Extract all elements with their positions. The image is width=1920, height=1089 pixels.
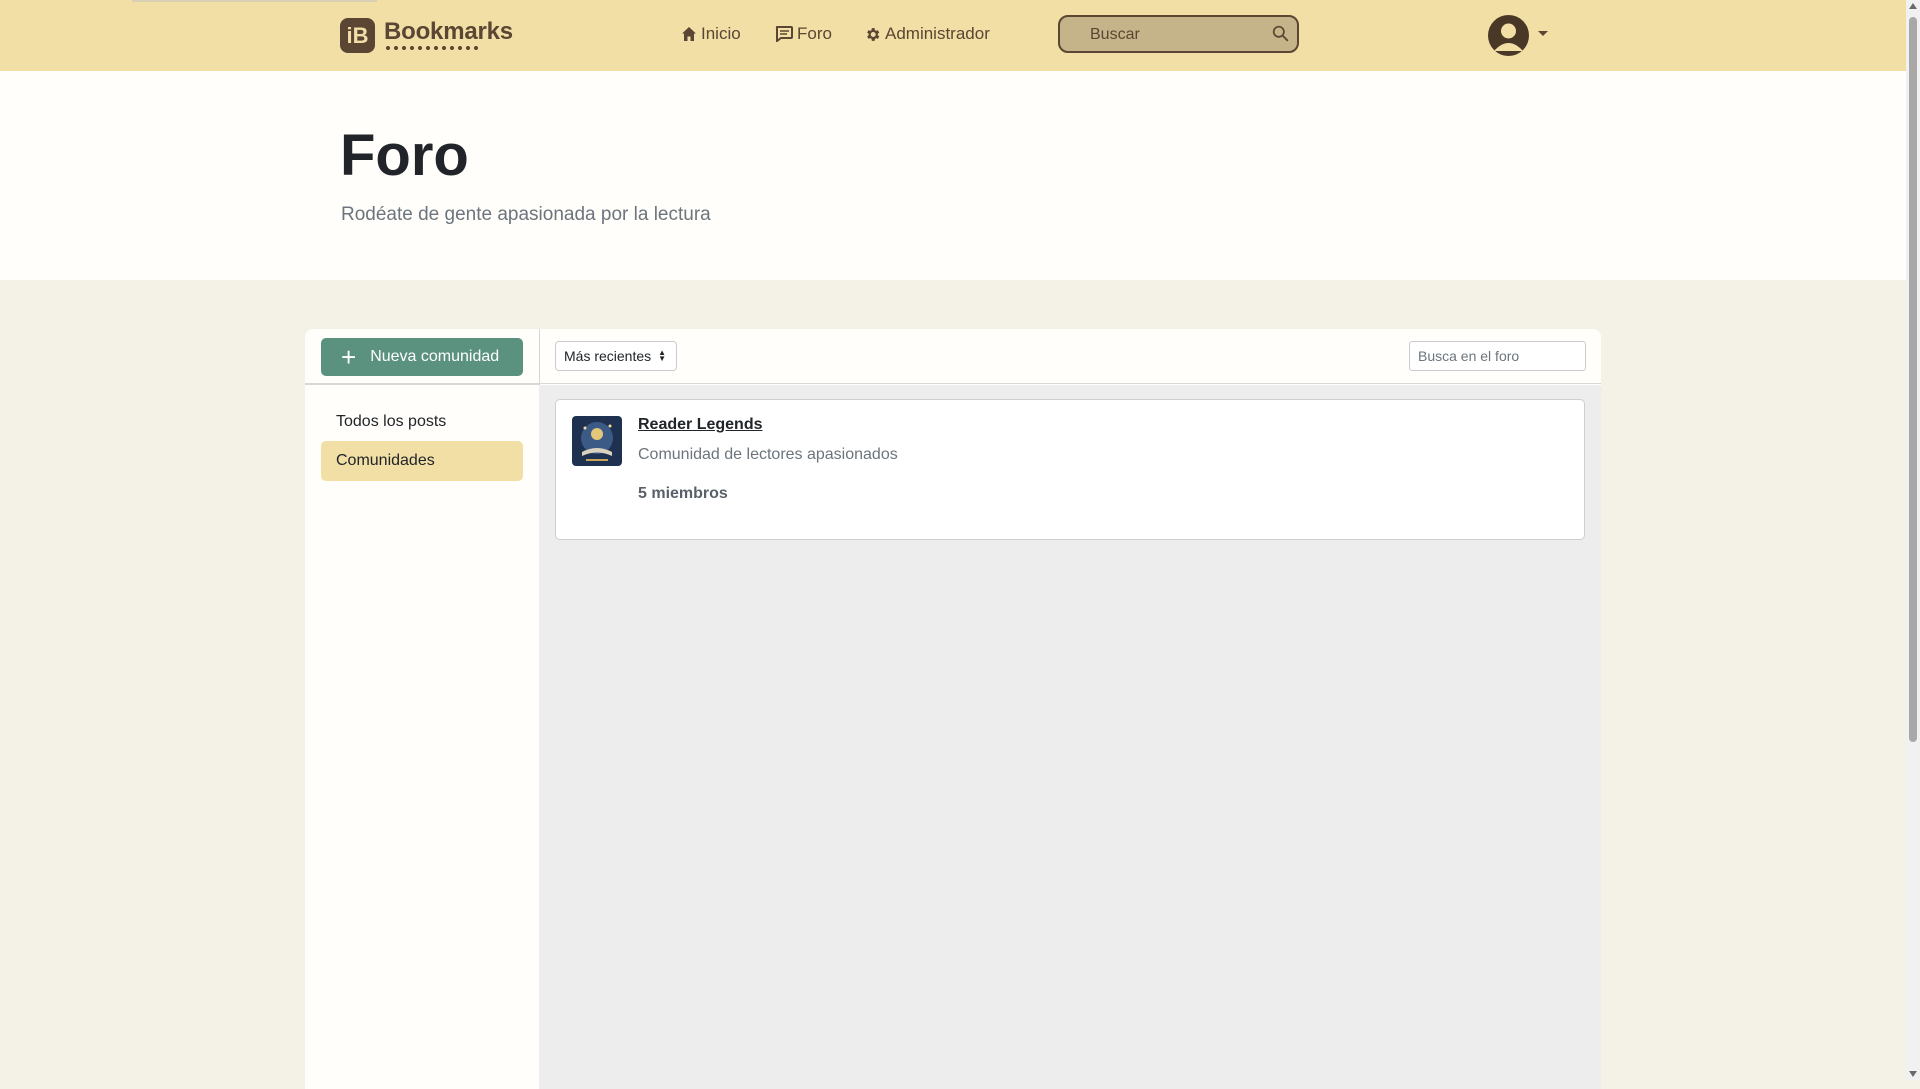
community-card[interactable]: Reader Legends Comunidad de lectores apa… [555,399,1585,540]
nav-link-foro[interactable]: Foro [775,24,832,44]
plus-icon: + [341,342,357,372]
sidebar-item-communities[interactable]: Comunidades [321,441,523,481]
chevron-down-icon[interactable] [1538,31,1548,36]
nav-label-foro: Foro [797,24,832,43]
logo-badge-icon: iB [340,18,375,53]
user-avatar[interactable] [1488,15,1529,56]
top-navbar: iB Bookmarks Inicio Foro Administrador [0,0,1906,71]
scrollbar-thumb[interactable] [1909,17,1917,742]
nav-label-inicio: Inicio [701,24,741,43]
global-search[interactable] [1058,15,1299,53]
search-icon[interactable] [1272,25,1289,42]
page-header: Foro Rodéate de gente apasionada por la … [0,71,1906,280]
select-arrows-icon: ▲ ▼ [658,348,666,363]
community-member-count: 5 miembros [638,485,728,502]
sidebar-item-all-posts[interactable]: Todos los posts [321,402,523,442]
home-icon [682,27,696,41]
logo-text: Bookmarks [384,18,513,45]
nav-link-administrador[interactable]: Administrador [864,24,990,44]
page-subtitle: Rodéate de gente apasionada por la lectu… [341,204,711,225]
nav-link-inicio[interactable]: Inicio [681,24,741,44]
sort-select[interactable]: Más recientes ▲ ▼ [555,341,677,371]
sort-selected-value: Más recientes [564,348,652,364]
new-community-button[interactable]: + Nueva comunidad [321,338,523,376]
brand-logo[interactable]: iB Bookmarks [340,18,513,53]
gear-icon [867,27,880,41]
forum-search-input[interactable] [1409,341,1586,371]
scroll-down-icon[interactable] [1909,1071,1917,1077]
nav-label-administrador: Administrador [885,24,990,43]
user-icon [1494,23,1523,51]
loading-bar [132,0,377,2]
communities-list: Reader Legends Comunidad de lectores apa… [539,385,1601,1089]
community-title-link[interactable]: Reader Legends [638,416,762,434]
sidebar-header: + Nueva comunidad [305,329,539,385]
page-scrollbar[interactable] [1906,0,1920,1080]
community-emblem-icon [572,416,622,466]
forum-toolbar: Más recientes ▲ ▼ [539,329,1601,384]
scroll-up-icon[interactable] [1909,3,1917,9]
forum-panel: + Nueva comunidad Todos los posts Comuni… [305,329,1601,1089]
logo-dots [384,46,513,52]
community-description: Comunidad de lectores apasionados [638,446,898,463]
chat-icon [775,26,793,42]
page-title: Foro [340,123,469,188]
global-search-input[interactable] [1088,24,1262,46]
community-image[interactable] [572,416,622,466]
new-community-label: Nueva comunidad [370,348,500,365]
